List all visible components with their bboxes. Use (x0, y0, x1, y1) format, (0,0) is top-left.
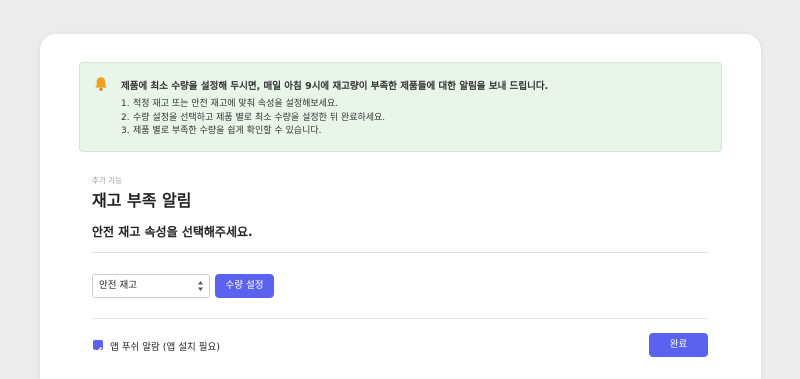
subtitle: 안전 재고 속성을 선택해주세요. (92, 225, 253, 239)
set-quantity-button[interactable]: 수량 설정 (215, 274, 274, 298)
push-alarm-label: 앱 푸쉬 알람 (앱 설치 필요) (110, 342, 220, 353)
select-value: 안전 재고 (99, 280, 137, 291)
checkmark-icon (94, 347, 102, 353)
updown-arrow-icon (198, 281, 203, 291)
stock-attribute-select[interactable]: 안전 재고 (92, 274, 210, 298)
section-label: 추가 기능 (92, 176, 122, 185)
notice-step: 1. 적정 재고 또는 안전 재고에 맞춰 속성을 설정해보세요. (121, 99, 339, 109)
bell-icon (95, 77, 107, 91)
settings-card: 제품에 최소 수량을 설정해 두시면, 매일 아침 9시에 재고량이 부족한 제… (40, 34, 761, 379)
push-alarm-checkbox[interactable] (93, 340, 103, 353)
notice-step: 3. 제품 별로 부족한 수량을 쉽게 확인할 수 있습니다. (121, 126, 322, 136)
notice-step: 2. 수량 설정을 선택하고 제품 별로 최소 수량을 설정한 뒤 완료하세요. (121, 112, 386, 123)
notice-steps: 1. 적정 재고 또는 안전 재고에 맞춰 속성을 설정해보세요. 2. 수량 설정… (121, 98, 385, 139)
divider (92, 318, 708, 319)
page-title: 재고 부족 알림 (92, 191, 192, 210)
info-notice: 제품에 최소 수량을 설정해 두시면, 매일 아침 9시에 재고량이 부족한 제… (79, 62, 722, 152)
done-button[interactable]: 완료 (649, 333, 708, 357)
divider (92, 252, 708, 253)
notice-headline: 제품에 최소 수량을 설정해 두시면, 매일 아침 9시에 재고량이 부족한 제… (121, 81, 549, 92)
